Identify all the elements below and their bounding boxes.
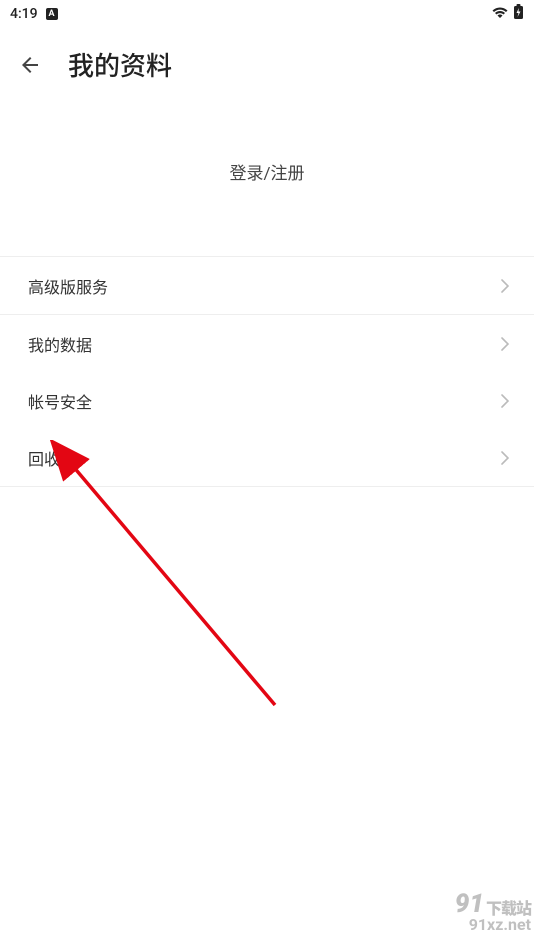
watermark-brand-cn: 下载站 xyxy=(486,901,531,917)
arrow-left-icon xyxy=(18,53,42,77)
status-time: 4:19 xyxy=(10,6,38,22)
menu-group-premium: 高级版服务 xyxy=(0,256,534,315)
status-bar: 4:19 A xyxy=(0,0,534,28)
login-section: 登录/注册 xyxy=(0,101,534,256)
menu-item-security[interactable]: 帐号安全 xyxy=(0,372,534,429)
header: 我的资料 xyxy=(0,28,534,101)
menu-item-label: 回收站 xyxy=(28,446,76,470)
chevron-right-icon xyxy=(496,392,514,410)
chevron-right-icon xyxy=(496,277,514,295)
menu-group-main: 我的数据 帐号安全 回收站 xyxy=(0,315,534,487)
back-button[interactable] xyxy=(16,51,44,79)
watermark: 91 下载站 91xz.net xyxy=(431,891,531,947)
menu-item-label: 高级版服务 xyxy=(28,274,108,298)
status-left: 4:19 A xyxy=(10,6,58,22)
status-indicator-icon: A xyxy=(46,8,58,20)
chevron-right-icon xyxy=(496,449,514,467)
menu-item-premium[interactable]: 高级版服务 xyxy=(0,257,534,314)
status-right xyxy=(491,4,524,24)
battery-icon xyxy=(513,4,524,24)
chevron-right-icon xyxy=(496,335,514,353)
wifi-icon xyxy=(491,5,509,23)
menu-item-recycle[interactable]: 回收站 xyxy=(0,429,534,486)
menu-item-label: 帐号安全 xyxy=(28,389,92,413)
page-title: 我的资料 xyxy=(68,46,172,83)
login-register-link[interactable]: 登录/注册 xyxy=(229,164,304,184)
menu-item-label: 我的数据 xyxy=(28,332,92,356)
watermark-url: 91xz.net xyxy=(431,915,531,934)
watermark-brand-num: 91 xyxy=(455,891,484,917)
menu-item-mydata[interactable]: 我的数据 xyxy=(0,315,534,372)
